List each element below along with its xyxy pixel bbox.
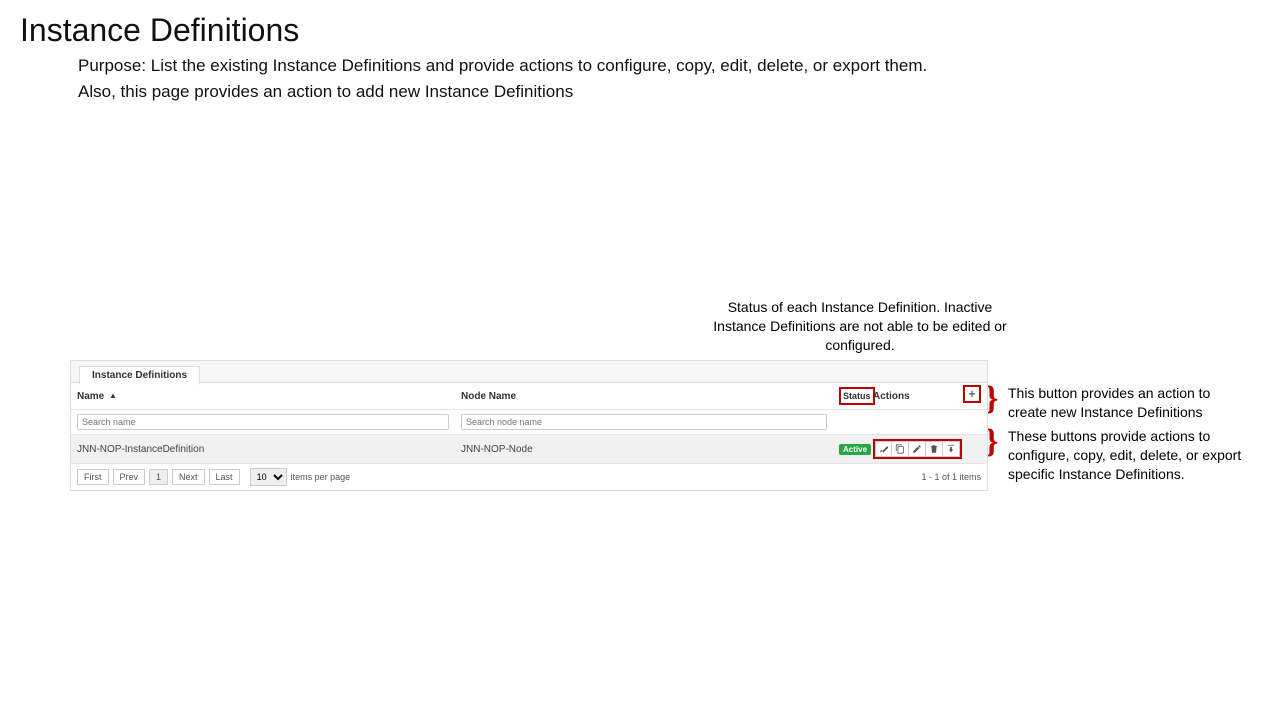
cell-node-name: JNN-NOP-Node: [455, 435, 833, 464]
col-header-actions-label: Actions: [873, 391, 910, 402]
grid-panel: Instance Definitions Name ▲ Node Name St…: [70, 360, 988, 491]
search-cell-node: [455, 410, 833, 435]
annotation-add: This button provides an action to create…: [1008, 384, 1243, 422]
col-header-node-name[interactable]: Node Name: [455, 383, 833, 410]
pager-per-page[interactable]: 10: [250, 468, 287, 486]
tab-instance-definitions[interactable]: Instance Definitions: [79, 366, 200, 385]
search-cell-name: [71, 410, 455, 435]
configure-button[interactable]: [875, 441, 892, 457]
data-grid: Name ▲ Node Name Status Actions +: [71, 383, 987, 464]
pager-page-1[interactable]: 1: [149, 469, 168, 485]
copy-icon: [895, 444, 905, 454]
col-header-status[interactable]: Status: [833, 383, 867, 410]
pager: First Prev 1 Next Last 10 items per page…: [71, 464, 987, 490]
table-row: JNN-NOP-InstanceDefinition JNN-NOP-Node …: [71, 435, 987, 464]
annotation-status: Status of each Instance Definition. Inac…: [710, 298, 1010, 355]
sort-asc-icon: ▲: [109, 391, 117, 400]
tab-strip: Instance Definitions: [71, 361, 987, 383]
download-icon: [946, 444, 956, 454]
cell-actions: [867, 435, 987, 464]
pager-last[interactable]: Last: [209, 469, 240, 485]
annotation-actions: These buttons provide actions to configu…: [1008, 427, 1263, 484]
pager-next[interactable]: Next: [172, 469, 205, 485]
col-header-actions: Actions +: [867, 383, 987, 410]
pager-prev[interactable]: Prev: [113, 469, 146, 485]
cell-status: Active: [833, 435, 867, 464]
page-description-line2: Also, this page provides an action to ad…: [78, 82, 573, 101]
page-title: Instance Definitions: [0, 0, 1280, 49]
status-badge: Active: [839, 444, 871, 455]
pager-per-page-label: items per page: [291, 472, 351, 482]
trash-icon: [929, 444, 939, 454]
row-action-buttons: [873, 439, 962, 459]
col-header-name[interactable]: Name ▲: [71, 383, 455, 410]
edit-button[interactable]: [909, 441, 926, 457]
delete-button[interactable]: [926, 441, 943, 457]
add-button[interactable]: +: [963, 385, 981, 403]
search-node-input[interactable]: [461, 414, 827, 430]
wrench-icon: [879, 444, 889, 454]
export-button[interactable]: [943, 441, 960, 457]
col-header-name-label: Name: [77, 391, 104, 402]
pager-first[interactable]: First: [77, 469, 109, 485]
page-description-line1: Purpose: List the existing Instance Defi…: [78, 56, 927, 75]
pager-range: 1 - 1 of 1 items: [921, 472, 981, 482]
pencil-icon: [912, 444, 922, 454]
copy-button[interactable]: [892, 441, 909, 457]
page-description: Purpose: List the existing Instance Defi…: [78, 53, 1078, 104]
search-name-input[interactable]: [77, 414, 449, 430]
cell-name: JNN-NOP-InstanceDefinition: [71, 435, 455, 464]
